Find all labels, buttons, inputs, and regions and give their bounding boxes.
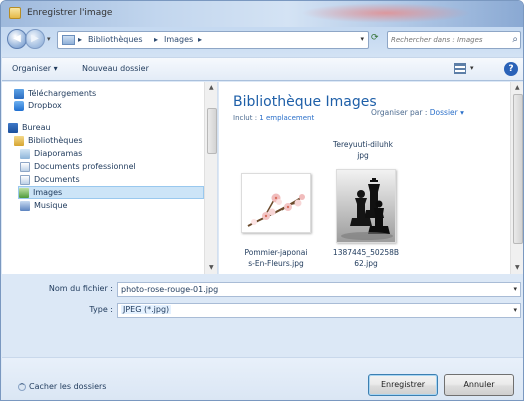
address-bar[interactable]: ▸ Bibliothèques ▸ Images ▸ ▾ [57,31,369,49]
navigation-bar: ◀ ▶ ▾ ▸ Bibliothèques ▸ Images ▸ ▾ ⟳ ⌕ [1,27,523,53]
filename-combobox[interactable]: ▾ [117,282,521,297]
arrange-by-dropdown[interactable]: Dossier ▾ [430,108,464,117]
title-bar-glow [301,3,471,23]
file-list-scrollbar[interactable]: ▲ ▼ [510,82,523,274]
title-bar[interactable]: Enregistrer l'image [1,1,523,27]
view-options-dropdown-icon[interactable]: ▾ [470,64,474,72]
file-thumbnail-cherry-blossom[interactable] [241,173,311,233]
scroll-up-arrow-icon[interactable]: ▲ [515,84,520,91]
breadcrumb-libraries[interactable]: Bibliothèques [88,35,143,44]
locations-link[interactable]: 1 emplacement [259,114,314,122]
help-icon[interactable]: ? [504,62,518,76]
navigation-pane: Téléchargements Dropbox Bureau Bibliothè… [2,82,218,274]
navigation-pane-scrollbar[interactable]: ▲ ▼ [204,82,217,274]
documents-icon [20,175,30,185]
new-folder-button[interactable]: Nouveau dossier [82,64,149,73]
back-button[interactable]: ◀ [7,29,27,49]
cancel-button[interactable]: Annuler [444,374,514,396]
file-name-line2: jpg [357,151,369,160]
scroll-down-arrow-icon[interactable]: ▼ [515,264,520,271]
file-type-select[interactable]: JPEG (*.jpg) ▾ [117,303,521,318]
app-icon [9,7,21,19]
filename-dropdown-icon[interactable]: ▾ [513,285,517,293]
scrollbar-thumb[interactable] [513,94,523,244]
chess-pieces-image [337,170,395,242]
library-title: Bibliothèque Images [233,94,377,110]
file-type-value: JPEG (*.jpg) [121,305,172,314]
cherry-blossom-image [242,174,310,232]
nav-item-images[interactable]: Images [18,186,204,199]
file-name-line1: Pommier-japonai [244,248,308,257]
save-dialog-window: Enregistrer l'image ◀ ▶ ▾ ▸ Bibliothèque… [0,0,524,401]
file-name-line1: Tereyuuti-diluhk [333,140,393,149]
save-button[interactable]: Enregistrer [368,374,438,396]
scrollbar-thumb[interactable] [207,108,217,154]
file-name-line2: 62.jpg [354,259,378,268]
breadcrumb-separator[interactable]: ▸ [198,35,202,44]
recent-pages-dropdown-icon[interactable]: ▾ [47,35,51,43]
breadcrumb-separator[interactable]: ▸ [78,35,82,44]
filename-input[interactable] [121,284,483,295]
document-folder-icon [20,162,30,172]
slideshow-icon [20,149,30,159]
images-icon [19,188,29,198]
hide-folders-toggle[interactable]: ^ Cacher les dossiers [18,382,106,391]
file-type-label: Type : [89,305,113,314]
dropbox-icon [14,101,24,111]
file-name-line1: 1387445_50258B [332,248,400,257]
forward-button[interactable]: ▶ [25,29,45,49]
address-dropdown-icon[interactable]: ▾ [360,35,364,43]
change-view-icon[interactable] [454,63,466,74]
scroll-up-arrow-icon[interactable]: ▲ [209,84,214,91]
download-folder-icon [14,89,24,99]
breadcrumb-separator[interactable]: ▸ [154,35,158,44]
search-input[interactable] [391,34,507,46]
file-name-line2: s-En-Fleurs.jpg [248,259,304,268]
breadcrumb-images[interactable]: Images [164,35,193,44]
window-title: Enregistrer l'image [27,8,113,18]
dialog-footer: ^ Cacher les dossiers Enregistrer Annuler [2,357,523,400]
music-icon [20,201,30,211]
arrange-by: Organiser par : Dossier ▾ [371,108,464,117]
libraries-icon [14,136,24,146]
library-includes: Inclut : 1 emplacement [233,114,315,122]
refresh-icon[interactable]: ⟳ [371,33,379,43]
scroll-down-arrow-icon[interactable]: ▼ [209,264,214,271]
file-list-pane: Bibliothèque Images Inclut : 1 emplaceme… [219,82,523,274]
organize-button[interactable]: Organiser ▾ [12,64,58,73]
chevron-up-icon: ^ [18,382,26,391]
search-icon[interactable]: ⌕ [512,34,518,45]
command-toolbar: Organiser ▾ Nouveau dossier ▾ ? [2,57,523,81]
search-box[interactable]: ⌕ [387,31,521,49]
desktop-icon [8,123,18,133]
file-thumbnail-chess[interactable] [336,169,396,243]
filename-label: Nom du fichier : [48,284,113,293]
file-type-dropdown-icon[interactable]: ▾ [513,306,517,314]
library-folder-icon [62,35,75,45]
